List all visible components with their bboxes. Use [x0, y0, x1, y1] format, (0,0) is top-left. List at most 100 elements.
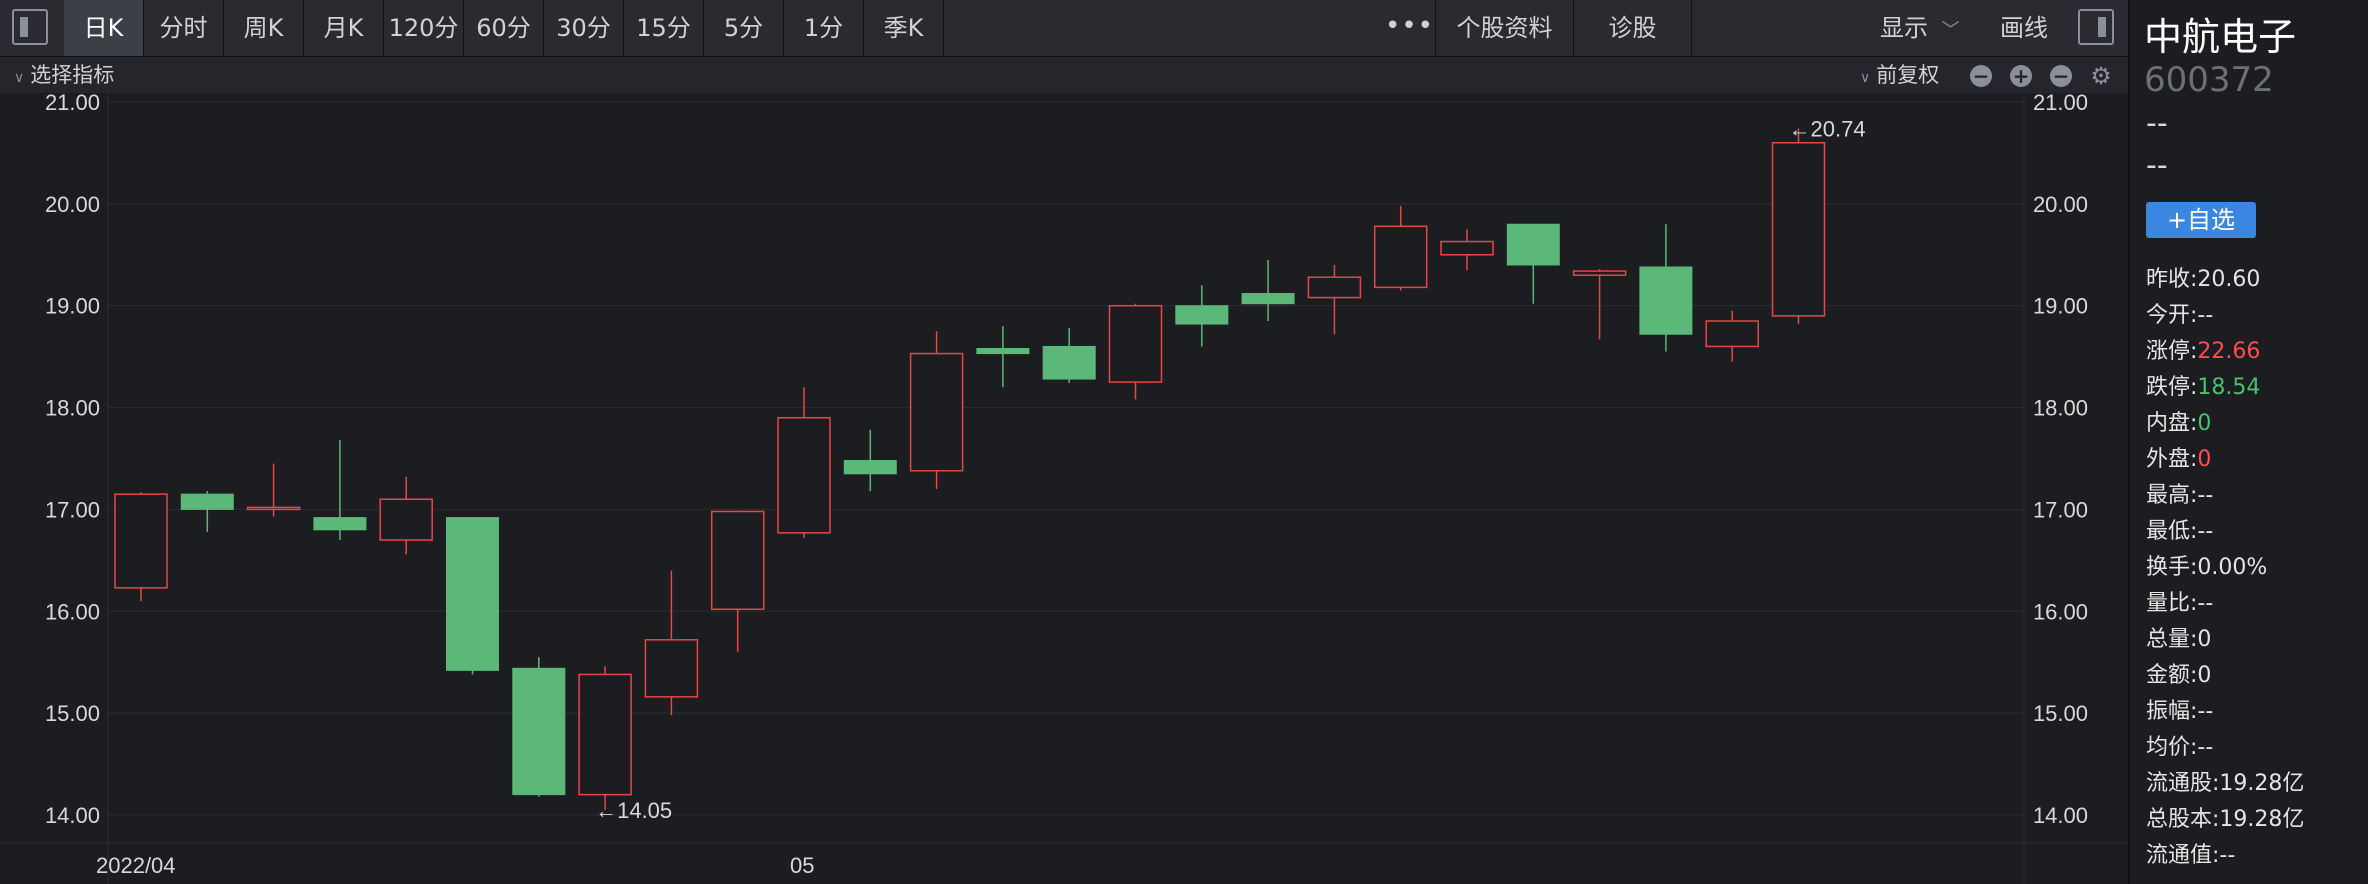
candle-body — [843, 460, 897, 475]
quote-row: 振幅:-- — [2146, 694, 2368, 730]
left-panel-toggle-icon[interactable] — [12, 9, 48, 45]
tab-stock-diagnosis[interactable]: 诊股 — [1574, 0, 1692, 56]
candle-body — [512, 667, 566, 796]
y-tick-label-right: 17.00 — [2033, 497, 2088, 522]
y-tick-label-left: 17.00 — [45, 497, 100, 522]
candle-body — [246, 506, 301, 511]
gear-icon[interactable]: ⚙ — [2090, 64, 2112, 88]
quote-row: 最低:-- — [2146, 514, 2368, 550]
price-adjust-select[interactable]: ∨ 前复权 — [1860, 57, 1939, 93]
kline-chart[interactable]: 21.00 21.00 20.00 20.00 19.00 19.00 18.00 18.00… — [0, 93, 2128, 884]
chevron-down-icon: ∨ — [14, 70, 25, 86]
chevron-down-icon: ﹀ — [1941, 20, 1960, 41]
right-panel-toggle-icon[interactable] — [2078, 9, 2114, 45]
price-extreme-label: ←14.05 — [595, 798, 672, 823]
chevron-down-icon: ∨ — [1860, 70, 1871, 86]
quote-label: 总股本: — [2146, 807, 2220, 832]
tab-period[interactable]: 1分 — [784, 0, 864, 56]
candle-body — [1108, 304, 1163, 383]
quote-value: 22.66 — [2197, 339, 2261, 364]
quote-value: -- — [2197, 699, 2214, 724]
y-tick-label-left: 18.00 — [45, 396, 100, 421]
stock-name: 中航电子 — [2144, 15, 2297, 59]
y-tick-label-right: 16.00 — [2033, 599, 2088, 624]
zoom-in-icon[interactable]: + — [2010, 65, 2032, 87]
candle-body — [180, 493, 234, 510]
tab-period[interactable]: 日K — [64, 0, 144, 56]
y-tick-label-left: 20.00 — [45, 192, 100, 217]
tab-period[interactable]: 120分 — [384, 0, 464, 56]
tab-period[interactable]: 季K — [864, 0, 944, 56]
y-tick-label-right: 14.00 — [2033, 803, 2088, 828]
candle-body — [710, 510, 765, 610]
y-tick-label-right: 19.00 — [2033, 294, 2088, 319]
tab-period[interactable]: 60分 — [464, 0, 544, 56]
tab-period[interactable]: 5分 — [704, 0, 784, 56]
quote-value: -- — [2197, 519, 2214, 544]
quote-value: 0 — [2197, 663, 2212, 688]
quote-label: 流通值: — [2146, 843, 2220, 868]
display-dropdown[interactable]: 显示 ﹀ — [1880, 0, 1960, 56]
quote-row: 换手:0.00% — [2146, 550, 2368, 586]
quote-row: 内盘:0 — [2146, 406, 2368, 442]
candle-body — [1175, 305, 1229, 325]
more-periods-button[interactable]: ••• — [1384, 0, 1436, 56]
y-tick-label-right: 18.00 — [2033, 396, 2088, 421]
zoom-out-icon[interactable]: − — [1970, 65, 1992, 87]
quote-label: 今开: — [2146, 303, 2198, 328]
quote-row: 最高:-- — [2146, 478, 2368, 514]
draw-line-button[interactable]: 画线 — [2000, 0, 2048, 56]
quote-value: 19.28亿 — [2219, 771, 2305, 796]
collapse-icon[interactable]: − — [2050, 65, 2072, 87]
quote-value: 0 — [2197, 411, 2212, 436]
tab-stock-profile[interactable]: 个股资料 — [1436, 0, 1574, 56]
candle-body — [1373, 225, 1428, 289]
x-tick-label: 2022/04 — [96, 853, 176, 878]
quote-row: 昨收:20.60 — [2146, 262, 2368, 298]
current-price: -- — [2146, 106, 2168, 141]
candle-body — [1506, 223, 1560, 266]
candle-body — [1639, 266, 1693, 335]
x-tick-label: 05 — [790, 853, 814, 878]
quote-label: 金额: — [2146, 663, 2198, 688]
quote-value: -- — [2197, 735, 2214, 760]
tab-period[interactable]: 15分 — [624, 0, 704, 56]
quote-row: 流通股:19.28亿 — [2146, 766, 2368, 802]
candle-body — [644, 639, 699, 698]
candle-body — [379, 498, 433, 541]
tab-period[interactable]: 分时 — [144, 0, 224, 56]
tab-period[interactable]: 30分 — [544, 0, 624, 56]
quote-row: 均价:-- — [2146, 730, 2368, 766]
add-to-watchlist-button[interactable]: +自选 — [2146, 202, 2256, 238]
candle-body — [777, 417, 831, 534]
quote-label: 跌停: — [2146, 375, 2198, 400]
tab-period[interactable]: 周K — [224, 0, 304, 56]
quote-label: 均价: — [2146, 735, 2198, 760]
quote-value: 0 — [2197, 627, 2212, 652]
quote-label: 内盘: — [2146, 411, 2198, 436]
indicator-select[interactable]: ∨ 选择指标 — [14, 57, 114, 93]
candle-body — [909, 352, 964, 472]
quote-label: 总量: — [2146, 627, 2198, 652]
quote-value: 18.54 — [2197, 375, 2261, 400]
candle-body — [1042, 345, 1096, 380]
quote-row: 量比:-- — [2146, 586, 2368, 622]
candle-body — [446, 517, 499, 671]
quote-label: 昨收: — [2146, 267, 2198, 292]
tab-period[interactable]: 月K — [304, 0, 384, 56]
y-tick-label-right: 21.00 — [2033, 93, 2088, 115]
quote-value: 19.28亿 — [2219, 807, 2305, 832]
candle-body — [1771, 141, 1826, 317]
candle-body — [1440, 240, 1494, 256]
quote-label: 最低: — [2146, 519, 2198, 544]
quote-value: -- — [2197, 483, 2214, 508]
stock-code: 600372 — [2144, 60, 2274, 100]
quote-label: 振幅: — [2146, 699, 2198, 724]
candle-body — [1572, 270, 1627, 276]
candle-body — [976, 347, 1030, 355]
quote-row: 外盘:0 — [2146, 442, 2368, 478]
y-tick-label-left: 16.00 — [45, 599, 100, 624]
quote-value: -- — [2219, 843, 2236, 868]
quote-label: 量比: — [2146, 591, 2198, 616]
y-tick-label-left: 14.00 — [45, 803, 100, 828]
